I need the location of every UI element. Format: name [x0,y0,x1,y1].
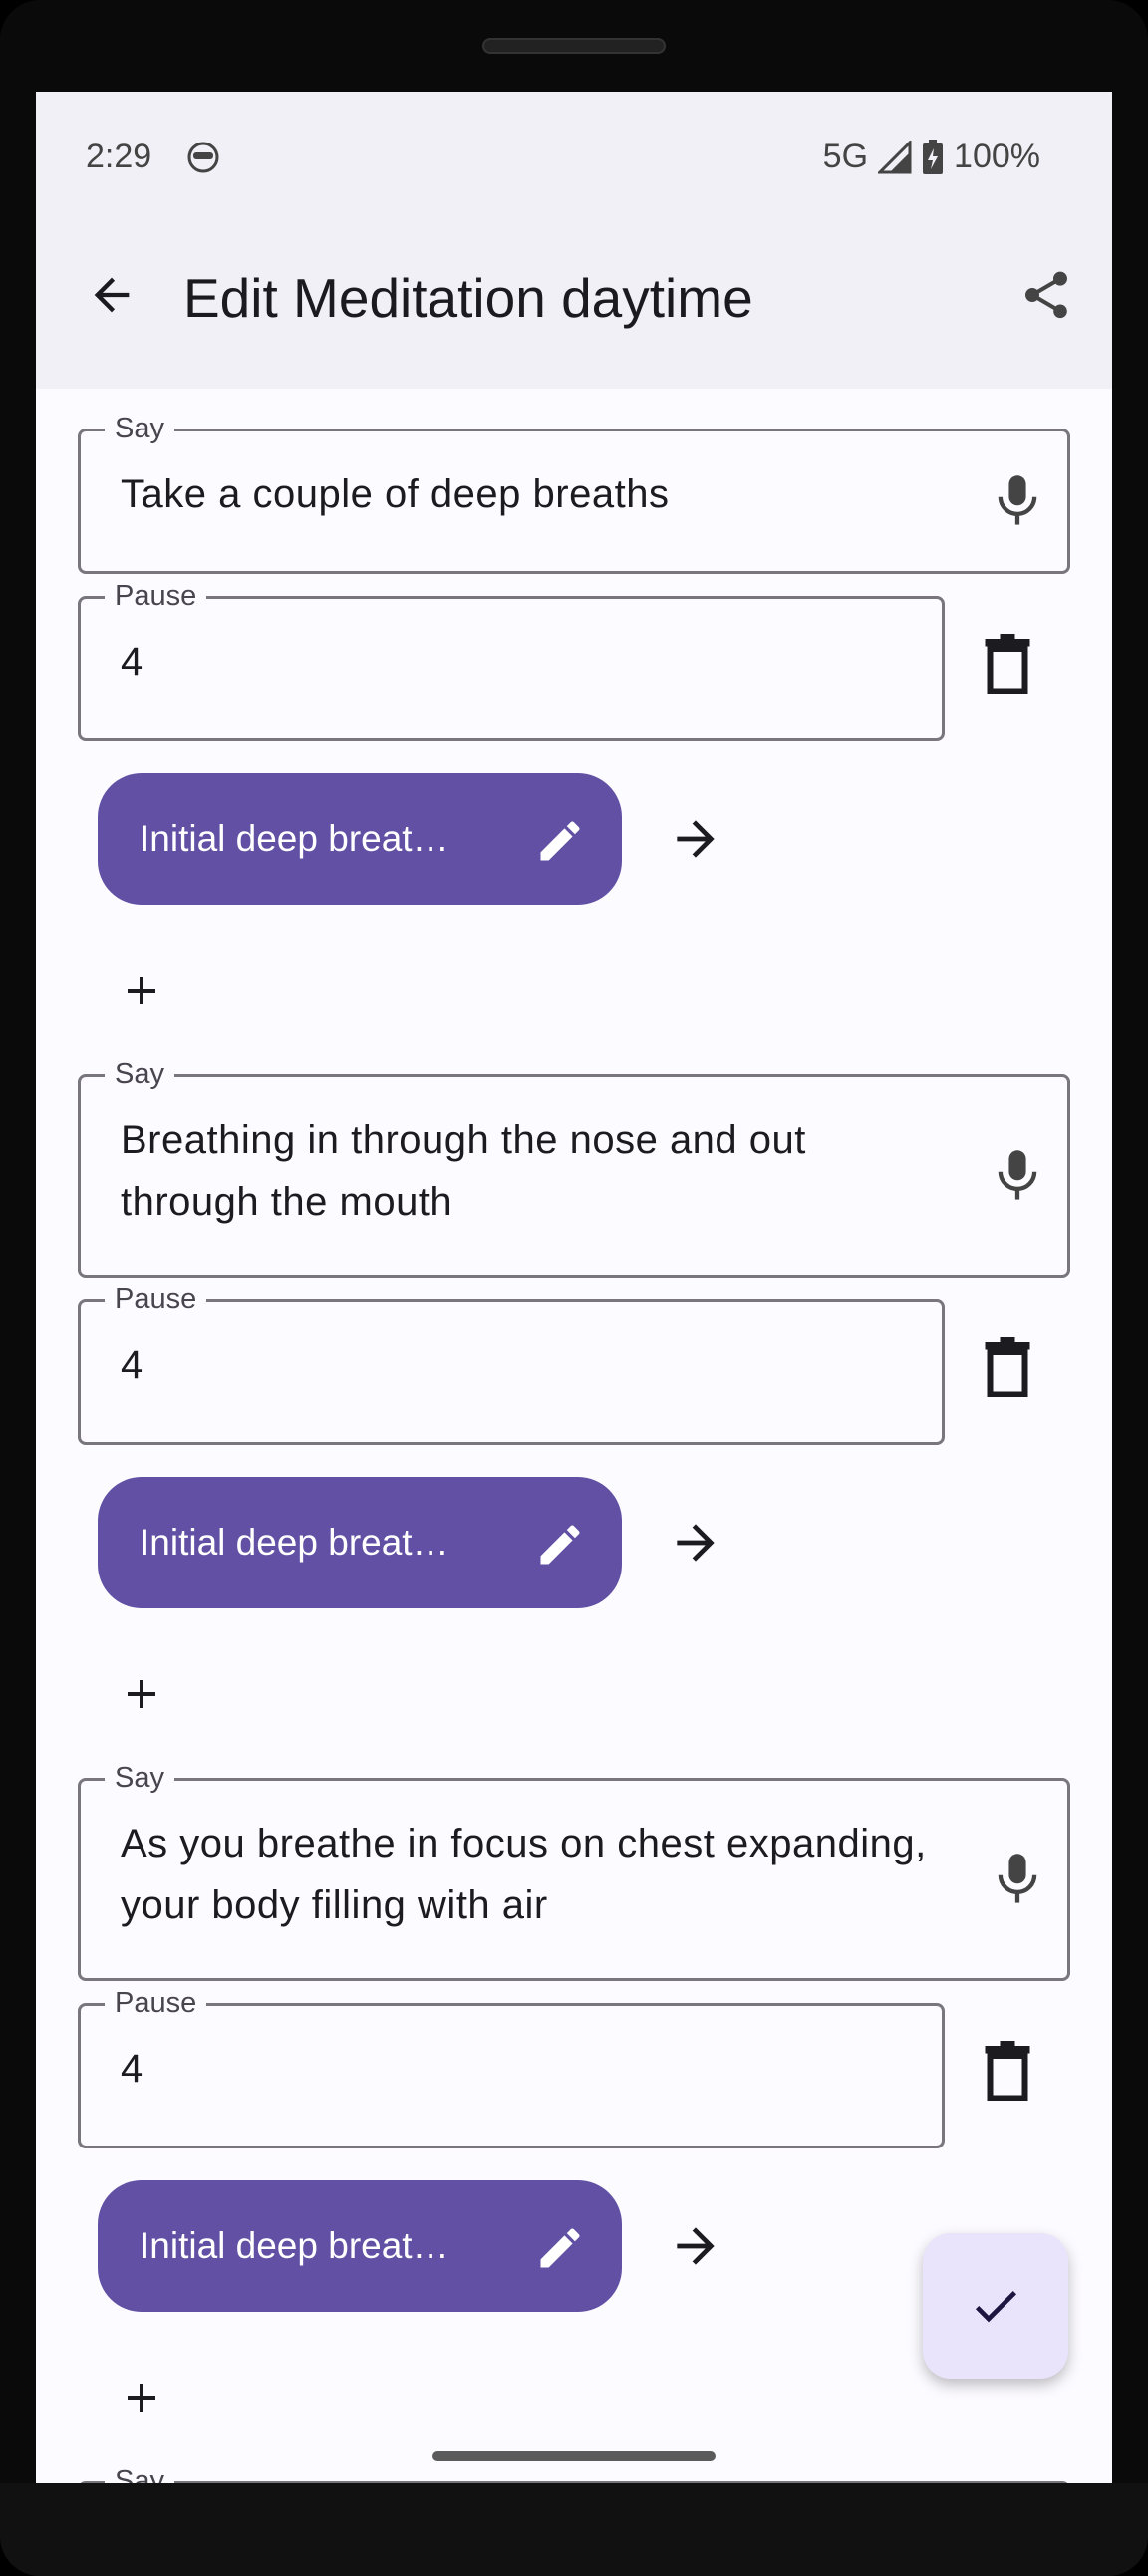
say-field-value[interactable]: As you breathe in focus on chest expandi… [121,1813,938,1936]
pause-field[interactable]: Pause 4 [78,1986,945,2148]
step-chip-label: Initial deep breat… [140,1522,449,1563]
gesture-handle[interactable] [432,2451,716,2461]
share-button[interactable] [1010,259,1082,331]
step-chip[interactable]: Initial deep breat… [98,1477,622,1608]
plus-icon[interactable] [118,1670,165,1718]
step-chip-label: Initial deep breat… [140,818,449,859]
status-time: 2:29 [86,138,152,175]
pencil-icon [540,1525,580,1565]
mic-icon[interactable] [992,1850,1043,1909]
pencil-icon [540,2228,580,2268]
say-field-label: Say [105,1057,174,1091]
pause-field-value[interactable]: 4 [121,1334,144,1396]
back-arrow-icon [94,277,130,313]
save-fab[interactable] [923,2233,1068,2379]
share-icon [1025,271,1067,319]
plus-icon[interactable] [118,2374,165,2422]
mic-icon[interactable] [992,1146,1043,1206]
step-chip[interactable]: Initial deep breat… [98,2180,622,2312]
battery-percent: 100% [954,138,1040,175]
app-bar: 2:29 5G 100% Edit Meditation daytime [36,92,1112,389]
trash-icon[interactable] [983,634,1032,694]
say-field[interactable]: Say Breathing in through the nose and ou… [78,1057,1070,1278]
say-field-value[interactable]: Take a couple of deep breaths [121,463,968,525]
step-chip[interactable]: Initial deep breat… [98,773,622,905]
plus-icon[interactable] [118,967,165,1014]
trash-icon[interactable] [983,2041,1032,2101]
arrow-right-icon[interactable] [668,2218,723,2274]
say-field-value[interactable]: Breathing in through the nose and out th… [121,1109,938,1233]
title-bar: Edit Meditation daytime [36,221,1112,389]
arrow-right-icon[interactable] [668,1515,723,1571]
back-button[interactable] [76,259,147,331]
page-title: Edit Meditation daytime [183,267,753,329]
pause-field-label: Pause [105,1986,207,2020]
check-icon [975,2291,1016,2323]
say-field[interactable]: Say Take a couple of deep breaths [78,412,1070,574]
trash-icon[interactable] [983,1337,1032,1397]
say-field-label: Say [105,412,174,445]
say-field-label: Say [105,2464,174,2483]
battery-icon [923,139,944,174]
pause-field[interactable]: Pause 4 [78,1283,945,1445]
pause-field-label: Pause [105,1283,207,1316]
status-icons: 5G 100% [823,138,1040,176]
mic-icon[interactable] [992,471,1043,531]
phone-device: 2:29 5G 100% Edit Meditation daytime Say… [0,0,1148,2576]
network-type: 5G [822,138,869,175]
earpiece-speaker [482,38,666,54]
screen: 2:29 5G 100% Edit Meditation daytime Say… [36,92,1112,2483]
pause-field-value[interactable]: 4 [121,2038,144,2100]
say-field[interactable]: Say As you breathe in focus on chest exp… [78,1761,1070,1981]
pause-field[interactable]: Pause 4 [78,579,945,741]
pencil-icon [540,821,580,861]
step-chip-label: Initial deep breat… [140,2225,449,2266]
say-field-label: Say [105,1761,174,1795]
pause-field-value[interactable]: 4 [121,631,144,693]
bottom-bezel [0,2483,1148,2576]
arrow-right-icon[interactable] [668,811,723,867]
signal-icon [878,140,912,173]
pause-field-label: Pause [105,579,207,613]
notification-robot-icon [187,142,219,173]
status-bar: 2:29 5G 100% [36,92,1112,221]
